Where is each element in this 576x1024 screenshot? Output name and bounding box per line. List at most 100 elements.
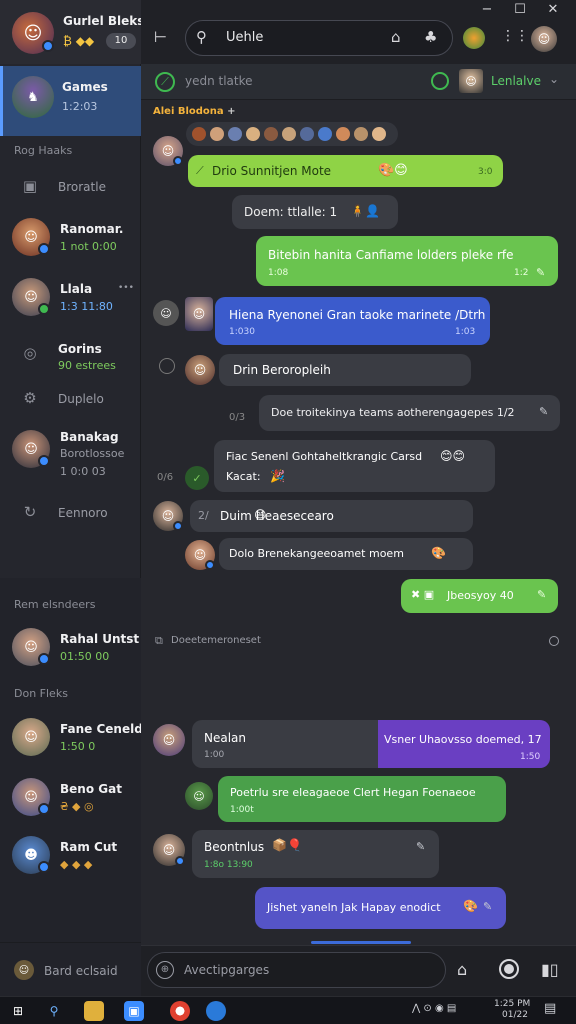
contact-name[interactable]: Lenlalve xyxy=(491,74,541,88)
select-circle[interactable] xyxy=(159,358,175,374)
verified-badge xyxy=(175,856,185,866)
attach-icon[interactable]: ⊕ xyxy=(156,961,174,979)
sender-avatar[interactable]: ✓ xyxy=(185,466,209,490)
sidebar-item-sub: 1:2:03 xyxy=(62,100,98,113)
active-indicator xyxy=(0,66,3,136)
contact-avatar[interactable]: ☺ xyxy=(12,718,50,756)
maximize-button[interactable]: ☐ xyxy=(510,2,530,17)
sidebar-item-label[interactable]: Ranomar. xyxy=(60,222,124,236)
channel-icon: ⟋ xyxy=(155,72,175,92)
game-icon[interactable] xyxy=(463,27,485,49)
emoji-icon: 🎨 xyxy=(463,899,478,913)
edge-icon[interactable] xyxy=(206,1001,226,1021)
sender-avatar[interactable]: ☺ xyxy=(185,782,213,810)
message-bubble[interactable]: Doe troitekinya teams aotherengagepes 1/… xyxy=(259,395,560,431)
message-time: 1:00t xyxy=(230,805,254,815)
sidebar-item-label[interactable]: Llala xyxy=(60,282,92,296)
attachment-icon: ✖ ▣ xyxy=(411,588,435,601)
search-icon[interactable]: ⚲ xyxy=(44,1001,64,1021)
sidebar-item-games[interactable]: ♞ Games 1:2:03 xyxy=(0,66,141,136)
more-icon[interactable]: ⋮⋮ xyxy=(501,28,529,44)
sender-avatar[interactable]: ☺ xyxy=(153,724,185,756)
group-icon[interactable]: ♣ xyxy=(424,28,437,46)
profile-status-pill[interactable]: 10 xyxy=(106,33,136,49)
sidebar-item-label[interactable]: Fane Cenelde xyxy=(60,722,151,736)
tray-icons[interactable]: ⋀ ⊙ ◉ ▤ xyxy=(412,1003,456,1014)
close-button[interactable]: ✕ xyxy=(543,2,563,17)
sidebar-item-broratle[interactable]: Broratle xyxy=(58,180,106,194)
message-time: 1:2 xyxy=(514,268,529,278)
edit-icon[interactable]: ✎ xyxy=(539,405,548,418)
edit-icon[interactable]: ✎ xyxy=(416,840,425,853)
message-bubble[interactable]: ✖ ▣ Jbeosyoy 40 ✎ xyxy=(401,579,558,613)
sidebar-toggle-icon[interactable]: ⊢ xyxy=(154,28,167,46)
edit-icon[interactable]: ✎ xyxy=(537,588,546,601)
scroll-indicator xyxy=(311,941,411,944)
message-text: Nealan xyxy=(204,731,247,745)
verified-badge xyxy=(38,861,50,873)
notification-icon[interactable]: ▤ xyxy=(544,1001,556,1016)
sidebar-item-label[interactable]: Beno Gat xyxy=(60,782,122,796)
message-bubble[interactable]: Dolo Brenekangeeoamet moem 🎨 xyxy=(219,538,473,570)
search-input[interactable]: Uehle xyxy=(226,30,263,45)
message-bubble[interactable]: Beontnlus 📦🎈 1:8o 13:90 ✎ xyxy=(192,830,439,878)
sidebar-item-label[interactable]: Rahal Untst xyxy=(60,632,139,646)
footer-avatar[interactable]: ☺ xyxy=(14,960,34,980)
sticker-icon[interactable]: ⌂ xyxy=(457,960,467,979)
message-bubble[interactable]: 2/ Duim Heaesecearo 😄 xyxy=(190,500,473,532)
more-options-icon[interactable]: ••• xyxy=(118,283,134,293)
sidebar-item-label: Games xyxy=(62,80,108,94)
record-icon[interactable] xyxy=(499,959,519,979)
windows-start-icon[interactable]: ⊞ xyxy=(8,1001,28,1021)
emoji-icon: 🧍👤 xyxy=(350,204,380,218)
divider-label: Doeetemeroneset xyxy=(171,635,261,646)
profile-header[interactable]: ☺ Gurlel Bleks ₿ ◆◆ 10 xyxy=(0,0,144,64)
edit-icon[interactable]: ✎ xyxy=(483,900,492,913)
user-avatar[interactable]: ☺ xyxy=(531,26,557,52)
message-input[interactable]: ⊕ Avectipgarges xyxy=(147,952,446,988)
sender-avatar[interactable]: ☺ xyxy=(153,300,179,326)
sidebar-item-label[interactable]: Banakag xyxy=(60,430,119,444)
message-bubble[interactable]: Jishet yaneln Jak Hapay enodict 🎨 ✎ xyxy=(255,887,506,929)
send-icon[interactable]: ▮▯ xyxy=(541,960,559,979)
message-bubble[interactable]: ⟋ Drio Sunnitjen Mote 🎨😊 3:0 xyxy=(188,155,503,187)
sidebar-item-sub: ₴ ◆ ◎ xyxy=(60,800,94,813)
message-bubble[interactable]: Fiac Senenl Gohtaheltkrangic Carsd 😊😊 Ka… xyxy=(214,440,495,492)
sidebar-item-sub: 01:50 00 xyxy=(60,650,110,663)
sidebar-item-label[interactable]: Ram Cut xyxy=(60,840,117,854)
message-text: Fiac Senenl Gohtaheltkrangic Carsd xyxy=(226,450,423,463)
bell-icon[interactable]: ⌂ xyxy=(391,28,401,46)
search-bar[interactable]: ⚲ Uehle ⌂ ♣ xyxy=(185,20,453,56)
message-bubble[interactable]: Nealan 1:00 Vsner Uhaovsso doemed, 17 1:… xyxy=(192,720,550,768)
message-time: 1:030 xyxy=(229,327,255,337)
sender-avatar[interactable]: ☺ xyxy=(185,355,215,385)
chevron-down-icon[interactable]: ⌄ xyxy=(549,72,559,86)
sender-avatar[interactable]: ☺ xyxy=(185,297,213,331)
message-bubble[interactable]: Drin Beroropleih xyxy=(219,354,471,386)
chat-title: yedn tlatke xyxy=(185,74,253,88)
message-text: Beontnlus xyxy=(204,840,265,854)
store-icon[interactable]: ▣ xyxy=(124,1001,144,1021)
message-text: Doe troitekinya teams aotherengagepes 1/… xyxy=(271,406,515,419)
sidebar-item-sub: Borotlossoe xyxy=(60,447,125,460)
emoji-icon: 📦🎈 xyxy=(272,838,302,852)
message-bubble[interactable]: Doem: ttlalle: 1 🧍👤 xyxy=(232,195,398,229)
file-explorer-icon[interactable] xyxy=(84,1001,104,1021)
sidebar-footer-label[interactable]: Bard eclsaid xyxy=(44,964,118,978)
sidebar-item-sub: 1:3 11:80 xyxy=(60,300,113,313)
reaction-avatar xyxy=(228,127,242,141)
browser-icon[interactable] xyxy=(170,1001,190,1021)
minimize-button[interactable]: − xyxy=(477,2,497,17)
reaction-strip[interactable] xyxy=(186,122,398,146)
sidebar-item-sub: 1 not 0:00 xyxy=(60,240,117,253)
sidebar-lower-panel: Rem elsndeers ☺ Rahal Untst 01:50 00 Don… xyxy=(0,578,151,996)
contact-avatar[interactable]: ☺ xyxy=(459,69,483,93)
edit-icon[interactable]: ✎ xyxy=(536,266,545,279)
sidebar-item-label[interactable]: Gorins xyxy=(58,342,102,356)
message-bubble[interactable]: Hiena Ryenonei Gran taoke marinete /Dtrh… xyxy=(215,297,490,345)
message-bubble[interactable]: Poetrlu sre eleagaeoe Clert Hegan Foenae… xyxy=(218,776,506,822)
message-bubble[interactable]: Bitebin hanita Canfiame lolders pleke rf… xyxy=(256,236,558,286)
sidebar-item-duplelo[interactable]: Duplelo xyxy=(58,392,104,406)
reaction-avatar xyxy=(372,127,386,141)
sidebar-item-eennoro[interactable]: Eennoro xyxy=(58,506,108,520)
